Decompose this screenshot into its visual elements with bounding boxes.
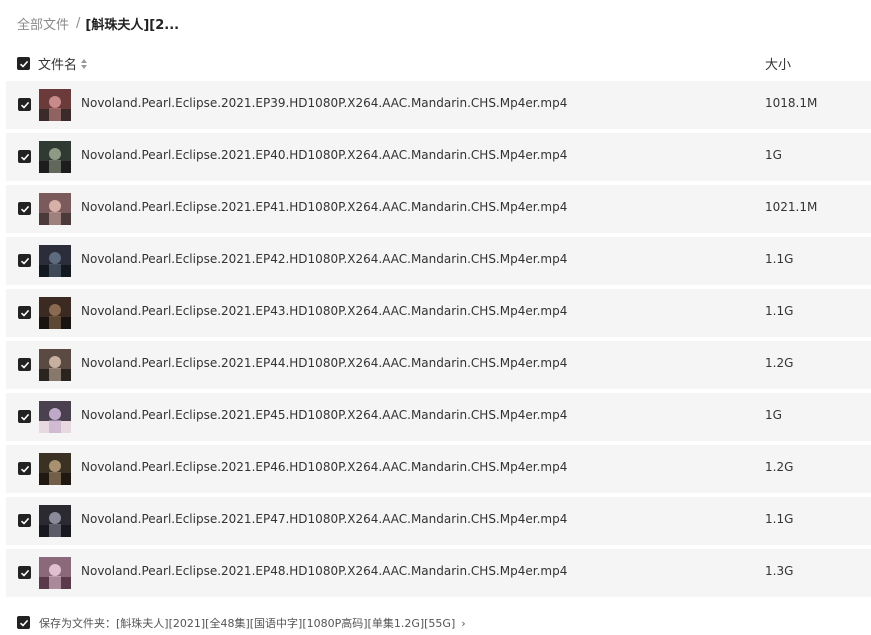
file-row[interactable]: Novoland.Pearl.Eclipse.2021.EP48.HD1080P… [6, 549, 871, 597]
column-header-name-label: 文件名 [38, 58, 78, 73]
video-thumbnail [39, 141, 71, 173]
breadcrumb-separator: / [76, 15, 81, 31]
select-all-checkbox[interactable] [17, 57, 30, 70]
file-name[interactable]: Novoland.Pearl.Eclipse.2021.EP44.HD1080P… [81, 356, 567, 370]
checkbox-checked-icon [20, 361, 29, 369]
file-row[interactable]: Novoland.Pearl.Eclipse.2021.EP42.HD1080P… [6, 237, 871, 285]
file-checkbox[interactable] [18, 514, 31, 527]
checkbox-checked-icon [20, 517, 29, 525]
checkbox-checked-icon [20, 257, 29, 265]
video-thumbnail [39, 557, 71, 589]
checkbox-checked-icon [20, 101, 29, 109]
breadcrumb-current-folder: [斛珠夫人][2... [85, 17, 180, 33]
video-thumbnail [39, 89, 71, 121]
file-name[interactable]: Novoland.Pearl.Eclipse.2021.EP40.HD1080P… [81, 148, 567, 162]
file-checkbox[interactable] [18, 150, 31, 163]
sort-icon[interactable] [80, 58, 88, 70]
file-size: 1.1G [765, 252, 794, 266]
file-row[interactable]: Novoland.Pearl.Eclipse.2021.EP41.HD1080P… [6, 185, 871, 233]
video-thumbnail [39, 401, 71, 433]
file-row[interactable]: Novoland.Pearl.Eclipse.2021.EP40.HD1080P… [6, 133, 871, 181]
save-as-folder-text: 保存为文件夹：[斛珠夫人][2021][全48集][国语中字][1080P高码]… [39, 617, 456, 630]
file-name[interactable]: Novoland.Pearl.Eclipse.2021.EP47.HD1080P… [81, 512, 567, 526]
save-as-folder-label[interactable]: 保存为文件夹：[斛珠夫人][2021][全48集][国语中字][1080P高码]… [39, 615, 466, 631]
file-size: 1021.1M [765, 200, 818, 214]
file-size: 1018.1M [765, 96, 818, 110]
file-checkbox[interactable] [18, 358, 31, 371]
file-checkbox[interactable] [18, 306, 31, 319]
video-thumbnail [39, 297, 71, 329]
file-row[interactable]: Novoland.Pearl.Eclipse.2021.EP45.HD1080P… [6, 393, 871, 441]
file-checkbox[interactable] [18, 98, 31, 111]
file-name[interactable]: Novoland.Pearl.Eclipse.2021.EP43.HD1080P… [81, 304, 567, 318]
video-thumbnail [39, 245, 71, 277]
video-thumbnail [39, 349, 71, 381]
file-size: 1.1G [765, 512, 794, 526]
video-thumbnail [39, 505, 71, 537]
column-header-name[interactable]: 文件名 [38, 54, 88, 73]
file-size: 1G [765, 408, 782, 422]
save-as-folder-checkbox[interactable] [17, 616, 30, 629]
file-name[interactable]: Novoland.Pearl.Eclipse.2021.EP42.HD1080P… [81, 252, 567, 266]
file-row[interactable]: Novoland.Pearl.Eclipse.2021.EP47.HD1080P… [6, 497, 871, 545]
checkbox-checked-icon [19, 60, 28, 68]
checkbox-checked-icon [20, 153, 29, 161]
save-folder-bar: 保存为文件夹：[斛珠夫人][2021][全48集][国语中字][1080P高码]… [0, 612, 871, 634]
file-size: 1.1G [765, 304, 794, 318]
breadcrumb: 全部文件 / [斛珠夫人][2... [17, 12, 179, 34]
column-header-size[interactable]: 大小 [765, 54, 791, 73]
file-name[interactable]: Novoland.Pearl.Eclipse.2021.EP39.HD1080P… [81, 96, 567, 110]
file-checkbox[interactable] [18, 566, 31, 579]
file-name[interactable]: Novoland.Pearl.Eclipse.2021.EP45.HD1080P… [81, 408, 567, 422]
file-checkbox[interactable] [18, 410, 31, 423]
checkbox-checked-icon [20, 309, 29, 317]
file-size: 1.2G [765, 356, 794, 370]
file-name[interactable]: Novoland.Pearl.Eclipse.2021.EP48.HD1080P… [81, 564, 567, 578]
checkbox-checked-icon [19, 619, 28, 627]
file-checkbox[interactable] [18, 202, 31, 215]
file-size: 1G [765, 148, 782, 162]
file-size: 1.2G [765, 460, 794, 474]
file-name[interactable]: Novoland.Pearl.Eclipse.2021.EP41.HD1080P… [81, 200, 567, 214]
checkbox-checked-icon [20, 569, 29, 577]
video-thumbnail [39, 193, 71, 225]
file-list-header: 文件名 大小 [0, 52, 871, 74]
checkbox-checked-icon [20, 465, 29, 473]
file-row[interactable]: Novoland.Pearl.Eclipse.2021.EP44.HD1080P… [6, 341, 871, 389]
file-row[interactable]: Novoland.Pearl.Eclipse.2021.EP46.HD1080P… [6, 445, 871, 493]
video-thumbnail [39, 453, 71, 485]
checkbox-checked-icon [20, 413, 29, 421]
file-row[interactable]: Novoland.Pearl.Eclipse.2021.EP43.HD1080P… [6, 289, 871, 337]
file-checkbox[interactable] [18, 462, 31, 475]
breadcrumb-root-link[interactable]: 全部文件 [17, 14, 69, 33]
file-list: Novoland.Pearl.Eclipse.2021.EP39.HD1080P… [6, 81, 871, 601]
file-checkbox[interactable] [18, 254, 31, 267]
chevron-right-icon[interactable]: › [461, 617, 465, 630]
file-size: 1.3G [765, 564, 794, 578]
file-row[interactable]: Novoland.Pearl.Eclipse.2021.EP39.HD1080P… [6, 81, 871, 129]
checkbox-checked-icon [20, 205, 29, 213]
file-name[interactable]: Novoland.Pearl.Eclipse.2021.EP46.HD1080P… [81, 460, 567, 474]
